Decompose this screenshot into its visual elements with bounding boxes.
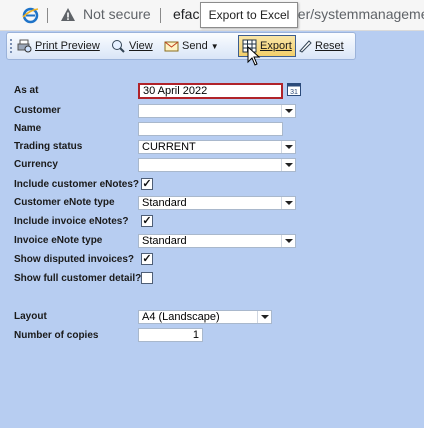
separator [47, 8, 48, 23]
customer-enote-type-dropdown[interactable]: Standard [138, 196, 296, 210]
view-icon [112, 40, 125, 53]
currency-label: Currency [14, 159, 58, 170]
invoice-enote-type-label: Invoice eNote type [14, 235, 103, 246]
customer-enote-type-label: Customer eNote type [14, 197, 115, 208]
layout-value: A4 (Landscape) [142, 311, 220, 323]
customer-label: Customer [14, 105, 61, 116]
customer-dropdown[interactable] [138, 104, 296, 118]
invoice-enote-type-value: Standard [142, 235, 187, 247]
include-customer-enotes-label: Include customer eNotes? [14, 179, 140, 190]
reset-button[interactable]: Reset [297, 37, 344, 55]
eraser-icon [299, 40, 312, 53]
layout-dropdown[interactable]: A4 (Landscape) [138, 310, 272, 324]
include-invoice-enotes-checkbox[interactable]: ✓ [141, 215, 153, 227]
number-of-copies-input[interactable]: 1 [138, 328, 203, 342]
trading-status-value: CURRENT [142, 141, 196, 153]
chevron-down-icon[interactable] [281, 235, 295, 247]
print-preview-label: Print Preview [35, 40, 100, 52]
as-at-label: As at [14, 85, 39, 96]
export-tooltip: Export to Excel [200, 2, 298, 28]
show-full-customer-detail-checkbox[interactable] [141, 272, 153, 284]
as-at-date-input[interactable]: 30 April 2022 [138, 83, 283, 99]
view-label: View [129, 40, 153, 52]
show-disputed-invoices-checkbox[interactable]: ✓ [141, 253, 153, 265]
view-button[interactable]: View [111, 37, 153, 55]
send-icon [164, 41, 179, 52]
calendar-icon[interactable]: 31 [287, 82, 301, 96]
security-status-text[interactable]: Not secure [83, 6, 151, 22]
ie-browser-icon [22, 7, 39, 24]
separator [160, 8, 161, 23]
trading-status-dropdown[interactable]: CURRENT [138, 140, 296, 154]
trading-status-label: Trading status [14, 141, 83, 152]
report-toolbar: Print Preview View Send ▼ Export Reset [6, 32, 356, 60]
chevron-down-icon[interactable] [281, 141, 295, 153]
print-preview-icon [17, 39, 32, 53]
warning-icon[interactable] [60, 7, 76, 23]
currency-dropdown[interactable] [138, 158, 296, 172]
mouse-pointer-icon [247, 46, 261, 66]
show-disputed-invoices-label: Show disputed invoices? [14, 254, 135, 265]
invoice-enote-type-dropdown[interactable]: Standard [138, 234, 296, 248]
show-full-customer-detail-label: Show full customer detail? [14, 273, 142, 284]
layout-label: Layout [14, 311, 47, 322]
send-button[interactable]: Send ▼ [164, 37, 219, 55]
chevron-down-icon[interactable] [281, 159, 295, 171]
customer-enote-type-value: Standard [142, 197, 187, 209]
print-preview-button[interactable]: Print Preview [17, 37, 100, 55]
chevron-down-icon[interactable] [281, 197, 295, 209]
chevron-down-icon[interactable] [257, 311, 271, 323]
chevron-down-icon[interactable] [281, 105, 295, 117]
url-text-end[interactable]: ger/systemmanageme [290, 6, 424, 22]
url-text-start[interactable]: efac [173, 6, 199, 22]
export-label: Export [260, 40, 292, 52]
name-label: Name [14, 123, 42, 134]
reset-label: Reset [315, 40, 344, 52]
name-input[interactable] [138, 122, 283, 136]
toolbar-grip [10, 39, 14, 53]
send-label: Send [182, 40, 208, 52]
number-of-copies-label: Number of copies [14, 330, 99, 341]
include-customer-enotes-checkbox[interactable]: ✓ [141, 178, 153, 190]
svg-text:31: 31 [290, 89, 298, 96]
chevron-down-icon: ▼ [210, 41, 219, 51]
include-invoice-enotes-label: Include invoice eNotes? [14, 216, 129, 227]
